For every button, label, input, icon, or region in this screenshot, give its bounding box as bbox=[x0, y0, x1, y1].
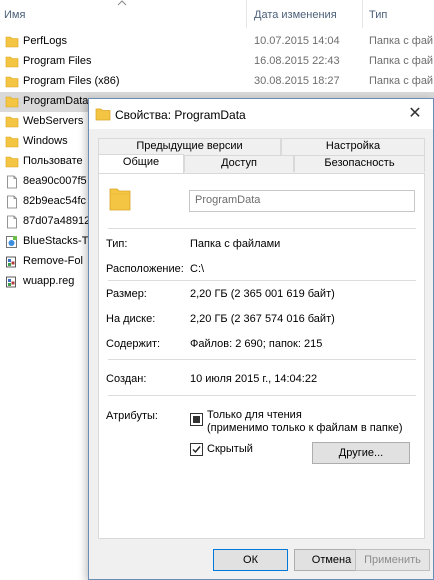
folder-icon bbox=[95, 108, 111, 121]
file-name: PerfLogs bbox=[23, 35, 68, 47]
file-name: Program Files (x86) bbox=[23, 75, 120, 87]
properties-dialog: Свойства: ProgramData ✕ Предыдущие верси… bbox=[88, 98, 434, 580]
dialog-title: Свойства: ProgramData bbox=[115, 108, 246, 122]
file-name: Remove-Fol bbox=[23, 255, 83, 267]
other-attributes-button[interactable]: Другие... bbox=[312, 442, 410, 464]
folder-icon bbox=[5, 76, 19, 88]
folder-icon bbox=[5, 36, 19, 48]
folder-icon bbox=[5, 116, 19, 128]
folder-name-input[interactable]: ProgramData bbox=[189, 190, 415, 212]
file-icon bbox=[7, 195, 17, 209]
column-date[interactable]: Дата изменения bbox=[254, 9, 337, 21]
column-separator[interactable] bbox=[362, 0, 363, 28]
file-name: 87d07a48912 bbox=[23, 215, 91, 227]
contains-label: Содержит: bbox=[106, 338, 161, 350]
tab-customize[interactable]: Настройка bbox=[281, 138, 425, 155]
divider bbox=[108, 228, 416, 229]
folder-icon bbox=[5, 136, 19, 148]
folder-icon bbox=[5, 156, 19, 168]
file-name: BlueStacks-T bbox=[23, 235, 89, 247]
column-name[interactable]: Имя bbox=[4, 9, 25, 21]
file-name: 82b9eac54fc bbox=[23, 195, 86, 207]
file-name: wuapp.reg bbox=[23, 275, 75, 287]
column-header: Имя Дата изменения Тип bbox=[0, 0, 434, 28]
tab-sharing[interactable]: Доступ bbox=[184, 155, 294, 172]
created-label: Создан: bbox=[106, 373, 147, 385]
type-label: Тип: bbox=[106, 238, 128, 250]
readonly-note: (применимо только к файлам в папке) bbox=[207, 422, 403, 434]
file-type: Папка с фай bbox=[369, 55, 434, 67]
close-icon: ✕ bbox=[408, 105, 422, 122]
tab-general[interactable]: Общие bbox=[98, 154, 184, 173]
file-name: Пользовате bbox=[23, 155, 83, 167]
hidden-label[interactable]: Скрытый bbox=[207, 443, 253, 455]
reg-file-icon bbox=[6, 276, 16, 288]
sort-chevron-icon bbox=[117, 0, 127, 6]
readonly-checkbox[interactable] bbox=[190, 413, 203, 426]
divider bbox=[108, 359, 416, 360]
ok-button[interactable]: ОК bbox=[213, 549, 288, 571]
installer-icon bbox=[6, 236, 17, 248]
file-name: 8ea90c007f5 bbox=[23, 175, 87, 187]
contains-value: Файлов: 2 690; папок: 215 bbox=[190, 338, 323, 350]
file-icon bbox=[7, 215, 17, 229]
disk-size-value: 2,20 ГБ (2 367 574 016 байт) bbox=[190, 313, 335, 325]
reg-file-icon bbox=[6, 256, 16, 268]
readonly-label[interactable]: Только для чтения bbox=[207, 409, 302, 421]
apply-button[interactable]: Применить bbox=[355, 549, 430, 571]
folder-icon bbox=[5, 56, 19, 68]
checkmark-icon bbox=[192, 446, 201, 454]
file-row[interactable]: Program Files 16.08.2015 22:43 Папка с фай bbox=[0, 52, 434, 72]
file-date: 16.08.2015 22:43 bbox=[254, 55, 340, 67]
file-row[interactable]: PerfLogs 10.07.2015 14:04 Папка с фай bbox=[0, 32, 434, 52]
column-type[interactable]: Тип bbox=[369, 9, 387, 21]
tab-security[interactable]: Безопасность bbox=[294, 155, 425, 172]
tab-previous-versions[interactable]: Предыдущие версии bbox=[98, 138, 281, 155]
file-type: Папка с фай bbox=[369, 35, 434, 47]
size-value: 2,20 ГБ (2 365 001 619 байт) bbox=[190, 288, 335, 300]
location-label: Расположение: bbox=[106, 263, 184, 275]
divider bbox=[108, 280, 416, 281]
disk-size-label: На диске: bbox=[106, 313, 156, 325]
location-value: C:\ bbox=[190, 263, 205, 275]
dialog-titlebar[interactable]: Свойства: ProgramData ✕ bbox=[89, 99, 433, 129]
hidden-checkbox[interactable] bbox=[190, 443, 203, 456]
file-name: Program Files bbox=[23, 55, 92, 67]
large-folder-icon bbox=[109, 188, 131, 211]
column-separator[interactable] bbox=[246, 0, 247, 28]
file-name: Windows bbox=[23, 135, 68, 147]
attributes-label: Атрибуты: bbox=[106, 410, 158, 422]
file-type: Папка с фай bbox=[369, 75, 434, 87]
file-date: 10.07.2015 14:04 bbox=[254, 35, 340, 47]
close-button[interactable]: ✕ bbox=[405, 104, 425, 124]
general-tab-panel: ProgramData Тип: Папка с файлами Располо… bbox=[98, 173, 425, 539]
file-name: ProgramData bbox=[23, 95, 89, 107]
created-value: 10 июля 2015 г., 14:04:22 bbox=[190, 373, 318, 385]
file-row[interactable]: Program Files (x86) 30.08.2015 18:27 Папка… bbox=[0, 72, 434, 92]
size-label: Размер: bbox=[106, 288, 147, 300]
folder-icon bbox=[5, 96, 19, 108]
file-icon bbox=[7, 175, 17, 189]
file-name: WebServers bbox=[23, 115, 84, 127]
type-value: Папка с файлами bbox=[190, 238, 281, 250]
file-date: 30.08.2015 18:27 bbox=[254, 75, 340, 87]
divider bbox=[108, 395, 416, 396]
